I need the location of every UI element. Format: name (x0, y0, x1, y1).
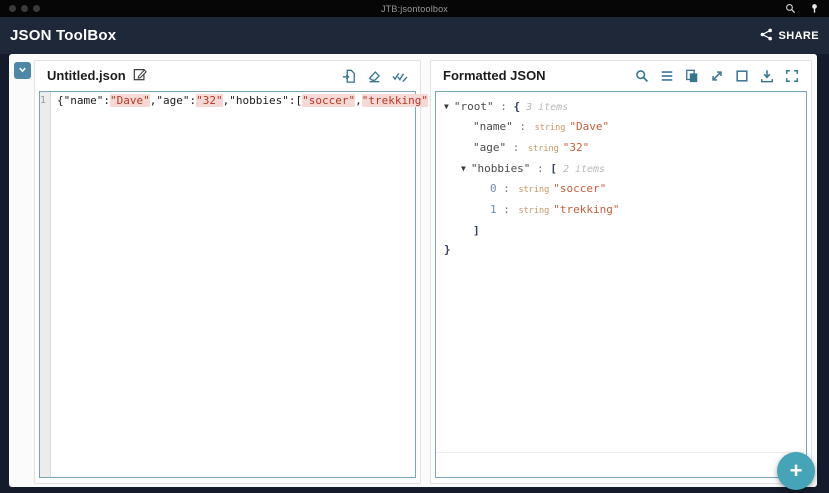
json-tree[interactable]: ▼ "root" : {3 items "name" : string "Dave" "… (435, 91, 807, 478)
search-icon[interactable] (785, 3, 796, 14)
code-token-value: "Dave" (110, 94, 150, 107)
tree-row: ▼ "root" : {3 items (436, 97, 806, 117)
code-token-punct: : (288, 94, 296, 107)
editor-file-title: Untitled.json (47, 68, 126, 83)
sidebar-collapse-button[interactable] (14, 62, 31, 79)
code-token-key: "age" (156, 94, 190, 107)
line-number: 1 (40, 95, 47, 106)
formatted-panel-header: Formatted JSON (431, 61, 811, 90)
chevron-down-icon (17, 62, 28, 80)
window-title: JTB:jsontoolbox (380, 3, 449, 14)
tree-value: "32" (562, 141, 590, 154)
items-count-badge: 3 items (526, 102, 569, 113)
tree-bracket: { (513, 100, 521, 113)
tree-key: "hobbies" (470, 162, 531, 175)
share-label: SHARE (778, 29, 819, 42)
fullscreen-icon[interactable] (785, 69, 799, 83)
tree-row: 0 : string "soccer" (436, 179, 806, 200)
erase-icon[interactable] (367, 69, 381, 83)
tree-colon: : (496, 182, 517, 195)
json-code-editor[interactable]: 1 {"name":"Dave","age":"32","hobbies":["… (39, 91, 441, 478)
collapse-icon[interactable] (710, 69, 724, 83)
add-button[interactable]: + (777, 452, 815, 490)
code-token-key: "hobbies" (229, 94, 289, 107)
format-validate-icon[interactable] (392, 69, 408, 83)
code-token-key: "name" (63, 94, 104, 107)
tree-colon: : (530, 162, 551, 175)
editor-panel-header: Untitled.json (35, 61, 420, 90)
tree-bracket: } (444, 243, 451, 256)
tree-value: "trekking" (553, 203, 620, 216)
tree-key: 0 (490, 182, 497, 195)
tree-key: "root" (453, 100, 494, 113)
value-type-label: string (528, 144, 559, 154)
tree-colon: : (506, 141, 526, 154)
app-title: JSON ToolBox (10, 27, 117, 44)
share-icon (760, 28, 773, 44)
tree-colon: : (512, 120, 533, 133)
share-button[interactable]: SHARE (760, 28, 819, 44)
download-icon[interactable] (760, 69, 774, 83)
tree-row: "age" : string "32" (436, 138, 806, 159)
formatted-panel-title: Formatted JSON (443, 68, 546, 83)
expand-levels-icon[interactable] (660, 69, 674, 83)
tree-colon: : (493, 100, 514, 113)
content-card: Untitled.json 1 {"name":"Dave","age":"32… (9, 54, 817, 487)
tree-key: "age" (473, 141, 507, 154)
tree-toggle-icon[interactable]: ▼ (444, 102, 449, 111)
search-icon[interactable] (635, 69, 649, 83)
tree-row: } (436, 240, 806, 259)
tree-footer-divider (437, 452, 805, 453)
select-box-icon[interactable] (735, 69, 749, 83)
code-token-punct: { (57, 94, 64, 107)
code-token-punct: , (355, 94, 362, 107)
rename-file-icon[interactable] (133, 67, 147, 84)
value-type-label: string (518, 185, 550, 195)
pin-icon[interactable] (809, 3, 820, 14)
import-file-icon[interactable] (342, 69, 356, 83)
value-type-label: string (534, 123, 566, 133)
code-token-value: "32" (196, 94, 223, 107)
tree-key: 1 (490, 203, 497, 216)
code-token-value: "soccer" (302, 94, 356, 107)
tree-colon: : (496, 203, 517, 216)
tree-row: "name" : string "Dave" (436, 117, 806, 138)
tree-bracket: [ (550, 162, 557, 175)
code-token-value: "trekking" (361, 94, 428, 107)
tree-bracket: ] (473, 224, 480, 237)
tree-row: ▼ "hobbies" : [2 items (436, 159, 806, 179)
tree-row: ] (436, 221, 806, 240)
code-line[interactable]: {"name":"Dave","age":"32","hobbies":["so… (51, 92, 441, 477)
value-type-label: string (518, 206, 550, 216)
tree-value: "Dave" (569, 120, 610, 133)
plus-icon: + (789, 458, 803, 483)
tree-toggle-icon[interactable]: ▼ (461, 164, 466, 173)
editor-panel: Untitled.json 1 {"name":"Dave","age":"32… (34, 60, 441, 484)
copy-icon[interactable] (685, 69, 699, 83)
app-header: JSON ToolBox SHARE (0, 17, 829, 54)
tree-value: "soccer" (553, 182, 607, 195)
tree-key: "name" (473, 120, 513, 133)
tree-row: 1 : string "trekking" (436, 200, 806, 221)
items-count-badge: 2 items (562, 164, 606, 175)
window-titlebar: JTB:jsontoolbox (0, 0, 829, 17)
formatted-json-panel: Formatted JSON ▼ "root" : {3 items "name" … (430, 60, 812, 484)
editor-gutter: 1 (40, 92, 52, 477)
